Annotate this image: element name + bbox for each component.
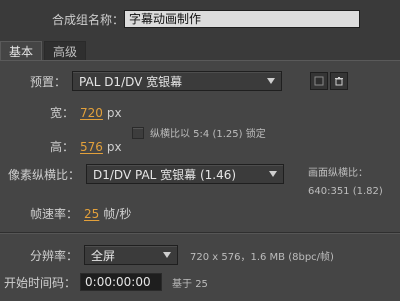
tab-basic[interactable]: 基本 bbox=[0, 41, 43, 61]
preset-label: 预置： bbox=[30, 74, 67, 89]
width-unit: px bbox=[106, 105, 122, 120]
height-row: 高： 576 px bbox=[50, 138, 122, 155]
preset-dropdown-value: PAL D1/DV 宽银幕 bbox=[79, 74, 183, 89]
height-unit: px bbox=[106, 139, 122, 154]
preset-row: 预置： PAL D1/DV 宽银幕 bbox=[30, 71, 283, 91]
lock-aspect-label: 纵横比以 5:4 (1.25) 锁定 bbox=[150, 129, 266, 140]
width-row: 宽： 720 px bbox=[50, 104, 122, 121]
frame-rate-label: 帧速率： bbox=[30, 207, 79, 221]
height-value[interactable]: 576 bbox=[80, 140, 103, 154]
pixel-aspect-value: D1/DV PAL 宽银幕 (1.46) bbox=[93, 167, 237, 182]
divider bbox=[0, 232, 400, 233]
pixel-aspect-dropdown[interactable]: D1/DV PAL 宽银幕 (1.46) bbox=[86, 164, 285, 184]
frame-rate-unit: 帧/秒 bbox=[103, 207, 132, 221]
resolution-row: 分辨率： 全屏 720 x 576，1.6 MB (8bpc/帧) bbox=[30, 245, 334, 265]
frame-rate-value[interactable]: 25 bbox=[84, 207, 99, 221]
tab-advanced[interactable]: 高级 bbox=[44, 41, 87, 61]
preset-dropdown[interactable]: PAL D1/DV 宽银幕 bbox=[72, 71, 283, 91]
start-timecode-row: 开始时间码： 0:00:00:00 基于 25 bbox=[4, 273, 208, 291]
comp-name-label: 合成组名称： bbox=[52, 12, 125, 27]
trash-icon bbox=[335, 77, 343, 86]
chevron-down-icon bbox=[269, 171, 278, 177]
comp-name-row: 合成组名称： 字幕动画制作 bbox=[52, 10, 361, 28]
chevron-down-icon bbox=[267, 78, 276, 84]
frame-aspect: 画面纵横比： 640:351 (1.82) bbox=[308, 167, 383, 199]
page-icon bbox=[314, 76, 324, 86]
frame-aspect-value: 640:351 (1.82) bbox=[308, 186, 383, 197]
width-value[interactable]: 720 bbox=[80, 106, 103, 120]
frame-rate-row: 帧速率： 25 帧/秒 bbox=[30, 205, 131, 222]
resolution-info: 720 x 576，1.6 MB (8bpc/帧) bbox=[190, 251, 334, 263]
lock-aspect-checkbox[interactable] bbox=[132, 126, 144, 139]
start-timecode-input[interactable]: 0:00:00:00 bbox=[80, 273, 163, 291]
resolution-value: 全屏 bbox=[91, 248, 116, 263]
width-label: 宽： bbox=[50, 106, 75, 120]
start-timecode-base: 基于 25 bbox=[172, 278, 208, 290]
chevron-down-icon bbox=[163, 252, 172, 258]
pixel-aspect-label: 像素纵横比： bbox=[8, 167, 81, 182]
start-timecode-label: 开始时间码： bbox=[4, 275, 77, 290]
height-label: 高： bbox=[50, 140, 75, 154]
resolution-label: 分辨率： bbox=[30, 248, 79, 263]
pixel-aspect-row: 像素纵横比： D1/DV PAL 宽银幕 (1.46) bbox=[8, 164, 285, 184]
resolution-dropdown[interactable]: 全屏 bbox=[84, 245, 179, 265]
lock-aspect-row: 纵横比以 5:4 (1.25) 锁定 bbox=[132, 125, 266, 140]
tabs: 基本 高级 bbox=[0, 41, 87, 61]
preset-new-icon[interactable] bbox=[310, 72, 328, 90]
frame-aspect-label: 画面纵横比： bbox=[308, 168, 368, 179]
preset-delete-icon[interactable] bbox=[330, 72, 348, 90]
comp-name-input[interactable]: 字幕动画制作 bbox=[124, 10, 361, 28]
